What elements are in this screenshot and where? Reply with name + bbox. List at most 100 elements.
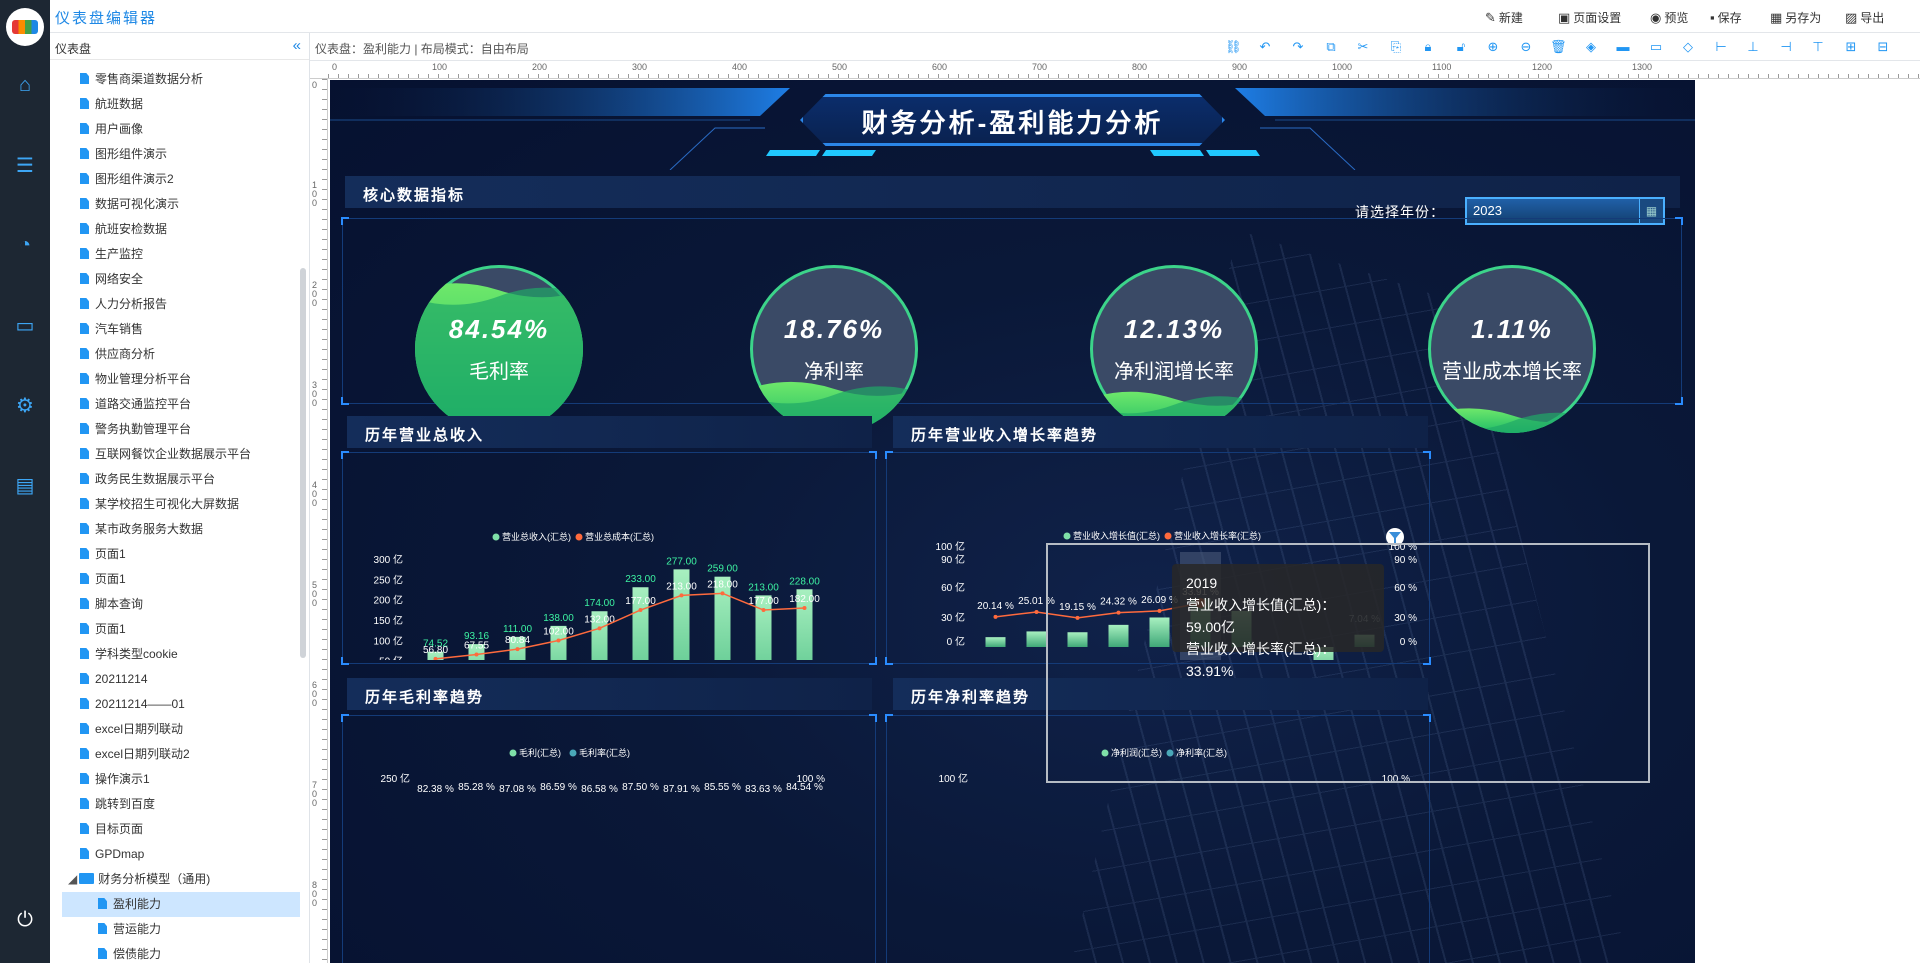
save-as-button[interactable]: ▦ 另存为 <box>1770 9 1821 26</box>
line-value-label: 85.28 % <box>458 782 495 793</box>
unlock-icon[interactable]: 🔓︎ <box>1453 39 1469 55</box>
bar-value-label: 213.00 <box>748 582 779 593</box>
layer-bottom-icon[interactable]: ◇ <box>1680 39 1696 55</box>
zoom-out-icon[interactable]: ⊖ <box>1518 39 1534 55</box>
chart-legend: 毛利(汇总) 毛利率(汇总) <box>509 747 630 758</box>
tree-item[interactable]: 学科类型cookie <box>50 642 300 667</box>
tree-item[interactable]: 目标页面 <box>50 817 300 842</box>
line-value-label: 182.00 <box>789 594 820 605</box>
tree-item[interactable]: 图形组件演示2 <box>50 167 300 192</box>
delete-icon[interactable]: 🗑︎ <box>1550 39 1567 55</box>
page-settings-button[interactable]: ▣ 页面设置 <box>1558 9 1621 26</box>
y-tick-label: 100 亿 <box>936 540 965 553</box>
lock-icon[interactable]: 🔒︎ <box>1420 39 1436 55</box>
home-icon[interactable]: ⌂ <box>0 65 50 105</box>
tree-item[interactable]: 政务民生数据展示平台 <box>50 467 300 492</box>
frame-corner <box>1675 217 1683 225</box>
collapse-icon[interactable]: « <box>293 37 301 54</box>
paste-icon[interactable]: ⎘ <box>1388 39 1404 55</box>
tree-item[interactable]: 20211214 <box>50 667 300 692</box>
tree-item[interactable]: GPDmap <box>50 842 300 867</box>
tree-item[interactable]: 图形组件演示 <box>50 142 300 167</box>
file-icon <box>80 198 89 209</box>
tree-item[interactable]: 零售商渠道数据分析 <box>50 67 300 92</box>
tree-item[interactable]: 脚本查询 <box>50 592 300 617</box>
database-icon[interactable]: ☰ <box>0 145 50 185</box>
tree-item[interactable]: 网络安全 <box>50 267 300 292</box>
y-tick-label: 90 亿 <box>941 553 965 566</box>
horizontal-ruler: 0 100 200 300 400 500 600 700 800 900 1000 1100 1200… <box>310 61 1920 79</box>
legend-label: 营业总收入(汇总) <box>502 531 571 542</box>
tree-item[interactable]: 物业管理分析平台 <box>50 367 300 392</box>
dashboard-icon[interactable]: ◔ <box>0 225 50 265</box>
tree-sub-item[interactable]: 盈利能力 <box>62 892 300 917</box>
frame-corner <box>869 451 877 459</box>
save-button[interactable]: ▪ 保存 <box>1710 9 1742 26</box>
dashboard-tree-panel: 仪表盘 « 零售商渠道数据分析 航班数据 用户画像 图形组件演示 图形组件演示2 数据可视… <box>50 33 310 963</box>
new-button[interactable]: ✎ 新建 <box>1485 9 1523 26</box>
layer-up-icon[interactable]: ◈ <box>1583 39 1599 55</box>
gross-margin-chart[interactable]: 毛利(汇总) 毛利率(汇总)250 亿 100 %82.38 % 85.28 % 87.… <box>350 720 870 963</box>
tree-item[interactable]: 人力分析报告 <box>50 292 300 317</box>
tree-item[interactable]: 页面1 <box>50 567 300 592</box>
frame-corner <box>1675 397 1683 405</box>
legend-label: 营业收入增长率(汇总) <box>1174 530 1261 541</box>
tree-item[interactable]: 生产监控 <box>50 242 300 267</box>
tree-item[interactable]: 道路交通监控平台 <box>50 392 300 417</box>
revenue-section-header: 历年营业总收入 <box>347 416 872 448</box>
tree-item[interactable]: 数据可视化演示 <box>50 192 300 217</box>
app-logo <box>6 8 44 46</box>
file-icon <box>80 598 89 609</box>
kpi-gauge: 18.76% 净利率 <box>748 263 920 435</box>
align-bottom-icon[interactable]: ⊟ <box>1875 39 1891 55</box>
tree-item[interactable]: 跳转到百度 <box>50 792 300 817</box>
monitor-icon[interactable]: ▭ <box>0 305 50 345</box>
tree-item[interactable]: 某市政务服务大数据 <box>50 517 300 542</box>
tree-sub-item[interactable]: 营运能力 <box>50 917 300 942</box>
zoom-in-icon[interactable]: ⊕ <box>1485 39 1501 55</box>
redo-icon[interactable]: ↷ <box>1290 39 1306 55</box>
tree-item[interactable]: 页面1 <box>50 542 300 567</box>
tree-item[interactable]: 互联网餐饮企业数据展示平台 <box>50 442 300 467</box>
undo-icon[interactable]: ↶ <box>1257 39 1273 55</box>
align-middle-icon[interactable]: ⊞ <box>1843 39 1859 55</box>
ruler-label: 200 <box>532 62 548 72</box>
pdf-icon[interactable]: ▤ <box>0 465 50 505</box>
copy-icon[interactable]: ⧉ <box>1323 39 1339 55</box>
tree-item[interactable]: 某学校招生可视化大屏数据 <box>50 492 300 517</box>
power-icon[interactable]: ⏻ <box>0 900 50 940</box>
tree-item[interactable]: 航班数据 <box>50 92 300 117</box>
tree-item[interactable]: excel日期列联动 <box>50 717 300 742</box>
tree-item[interactable]: 供应商分析 <box>50 342 300 367</box>
layer-top-icon[interactable]: ▬ <box>1615 39 1631 55</box>
tree-folder[interactable]: ◢ 财务分析模型（通用) <box>50 867 300 892</box>
file-icon <box>80 498 89 509</box>
tree-sub-item[interactable]: 偿债能力 <box>50 942 300 963</box>
tree-item[interactable]: excel日期列联动2 <box>50 742 300 767</box>
tree-item[interactable]: 用户画像 <box>50 117 300 142</box>
tree-item[interactable]: 航班安检数据 <box>50 217 300 242</box>
layer-down-icon[interactable]: ▭ <box>1648 39 1664 55</box>
cut-icon[interactable]: ✂ <box>1355 39 1371 55</box>
tree-item[interactable]: 警务执勤管理平台 <box>50 417 300 442</box>
y-tick-label: 300 亿 <box>374 553 403 566</box>
expand-arrow-icon[interactable]: ◢ <box>68 872 77 886</box>
align-right-icon[interactable]: ⊣ <box>1778 39 1794 55</box>
tree-item[interactable]: 汽车销售 <box>50 317 300 342</box>
link-icon[interactable]: ⛓ <box>1225 39 1242 55</box>
tree-item[interactable]: 页面1 <box>50 617 300 642</box>
settings-icon[interactable]: ⚙ <box>0 385 50 425</box>
align-top-icon[interactable]: ⊤ <box>1810 39 1826 55</box>
line-point <box>515 647 520 652</box>
revenue-chart[interactable]: 营业总收入(汇总) 营业总成本(汇总) 300 亿 250 亿 200 亿 150 亿 10… <box>350 460 870 660</box>
align-left-icon[interactable]: ⊢ <box>1713 39 1729 55</box>
tree-scrollbar[interactable] <box>300 268 306 658</box>
ruler-label: 800 <box>1132 62 1148 72</box>
bar-value-label: 277.00 <box>666 556 697 567</box>
tree-item[interactable]: 20211214——01 <box>50 692 300 717</box>
tree-item[interactable]: 操作演示1 <box>50 767 300 792</box>
growth-section-header: 历年营业收入增长率趋势 <box>893 416 1428 448</box>
align-center-icon[interactable]: ⊥ <box>1745 39 1761 55</box>
export-button[interactable]: ▨ 导出 <box>1845 9 1884 26</box>
preview-button[interactable]: ◉ 预览 <box>1650 9 1688 26</box>
